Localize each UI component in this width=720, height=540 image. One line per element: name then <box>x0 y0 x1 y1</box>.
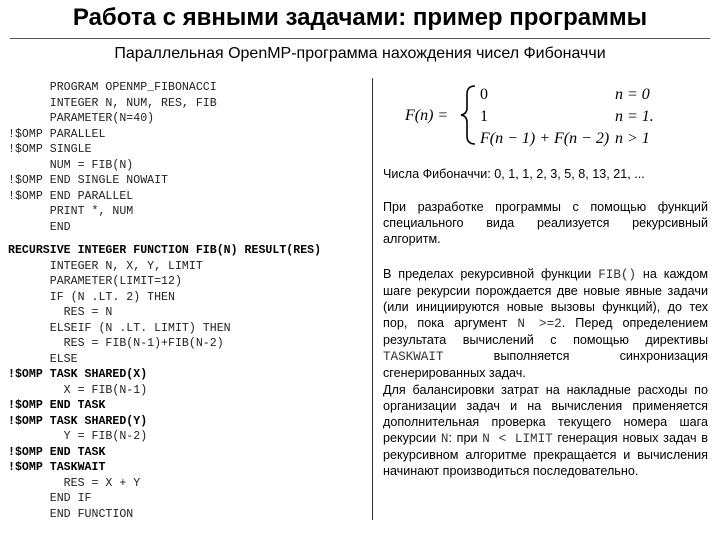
paragraph-recursion: При разработке программы с помощью функц… <box>383 200 708 246</box>
code-line: RES = X + Y <box>8 476 141 490</box>
code-line: PRINT *, NUM <box>8 205 134 218</box>
code-line: PARAMETER(LIMIT=12) <box>8 275 182 288</box>
case-value-0: 0 <box>480 86 488 103</box>
code-line: ELSE <box>8 352 78 366</box>
code-line: INTEGER N, NUM, RES, FIB <box>8 96 217 110</box>
code-line: RES = N <box>8 306 113 319</box>
code-line: !$OMP SINGLE <box>8 143 92 156</box>
code-line: Y = FIB(N-2) <box>8 430 148 443</box>
main-program-code: PROGRAM OPENMP_FIBONACCI INTEGER N, NUM,… <box>8 80 217 235</box>
code-line: !$OMP TASK SHARED(Y) <box>8 414 148 428</box>
case-value-1: 1 <box>480 108 488 125</box>
case-value-2: F(n − 1) + F(n − 2) <box>479 130 609 147</box>
code-line: PROGRAM OPENMP_FIBONACCI <box>8 81 217 94</box>
code-line: !$OMP PARALLEL <box>8 127 106 141</box>
code-line: PARAMETER(N=40) <box>8 112 155 125</box>
slide-title: Работа с явными задачами: пример програм… <box>72 4 648 31</box>
code-line: END FUNCTION <box>8 507 134 521</box>
fibonacci-formula: F(n) = 0 n = 0 1 n = 1. F(n − 1) + F(n −… <box>405 85 654 147</box>
code-line: RES = FIB(N-1)+FIB(N-2) <box>8 337 224 350</box>
formula-lhs: F(n) = <box>405 107 448 124</box>
title-divider <box>10 38 710 39</box>
paragraph-tasks: В пределах рекурсивной функции FIB() на … <box>383 267 708 380</box>
slide-subtitle: Параллельная OpenMP-программа нахождения… <box>114 45 606 62</box>
code-line: X = FIB(N-1) <box>8 383 148 397</box>
code-line: ELSEIF (N .LT. LIMIT) THEN <box>8 321 231 335</box>
code-line: !$OMP END SINGLE NOWAIT <box>8 174 169 187</box>
code-line: !$OMP TASK SHARED(X) <box>8 368 148 381</box>
code-line: NUM = FIB(N) <box>8 158 134 172</box>
code-line: END IF <box>8 492 92 505</box>
code-line: !$OMP TASKWAIT <box>8 461 106 474</box>
case-cond-0: n = 0 <box>615 86 650 103</box>
fibonacci-sequence-text: Числа Фибоначчи: 0, 1, 1, 2, 3, 5, 8, 13… <box>383 167 645 181</box>
code-line: !$OMP END TASK <box>8 445 106 459</box>
paragraph-balancing: Для балансировки затрат на накладные рас… <box>383 383 708 478</box>
code-line: END <box>8 220 71 234</box>
case-cond-1: n = 1. <box>615 108 654 125</box>
code-line: IF (N .LT. 2) THEN <box>8 290 175 304</box>
column-divider <box>372 78 373 520</box>
code-line: INTEGER N, X, Y, LIMIT <box>8 259 203 273</box>
code-line: RECURSIVE INTEGER FUNCTION FIB(N) RESULT… <box>8 244 322 257</box>
code-line: !$OMP END PARALLEL <box>8 189 134 203</box>
fib-function-code: RECURSIVE INTEGER FUNCTION FIB(N) RESULT… <box>8 243 321 522</box>
code-line: !$OMP END TASK <box>8 399 106 412</box>
case-cond-2: n > 1 <box>615 130 650 147</box>
